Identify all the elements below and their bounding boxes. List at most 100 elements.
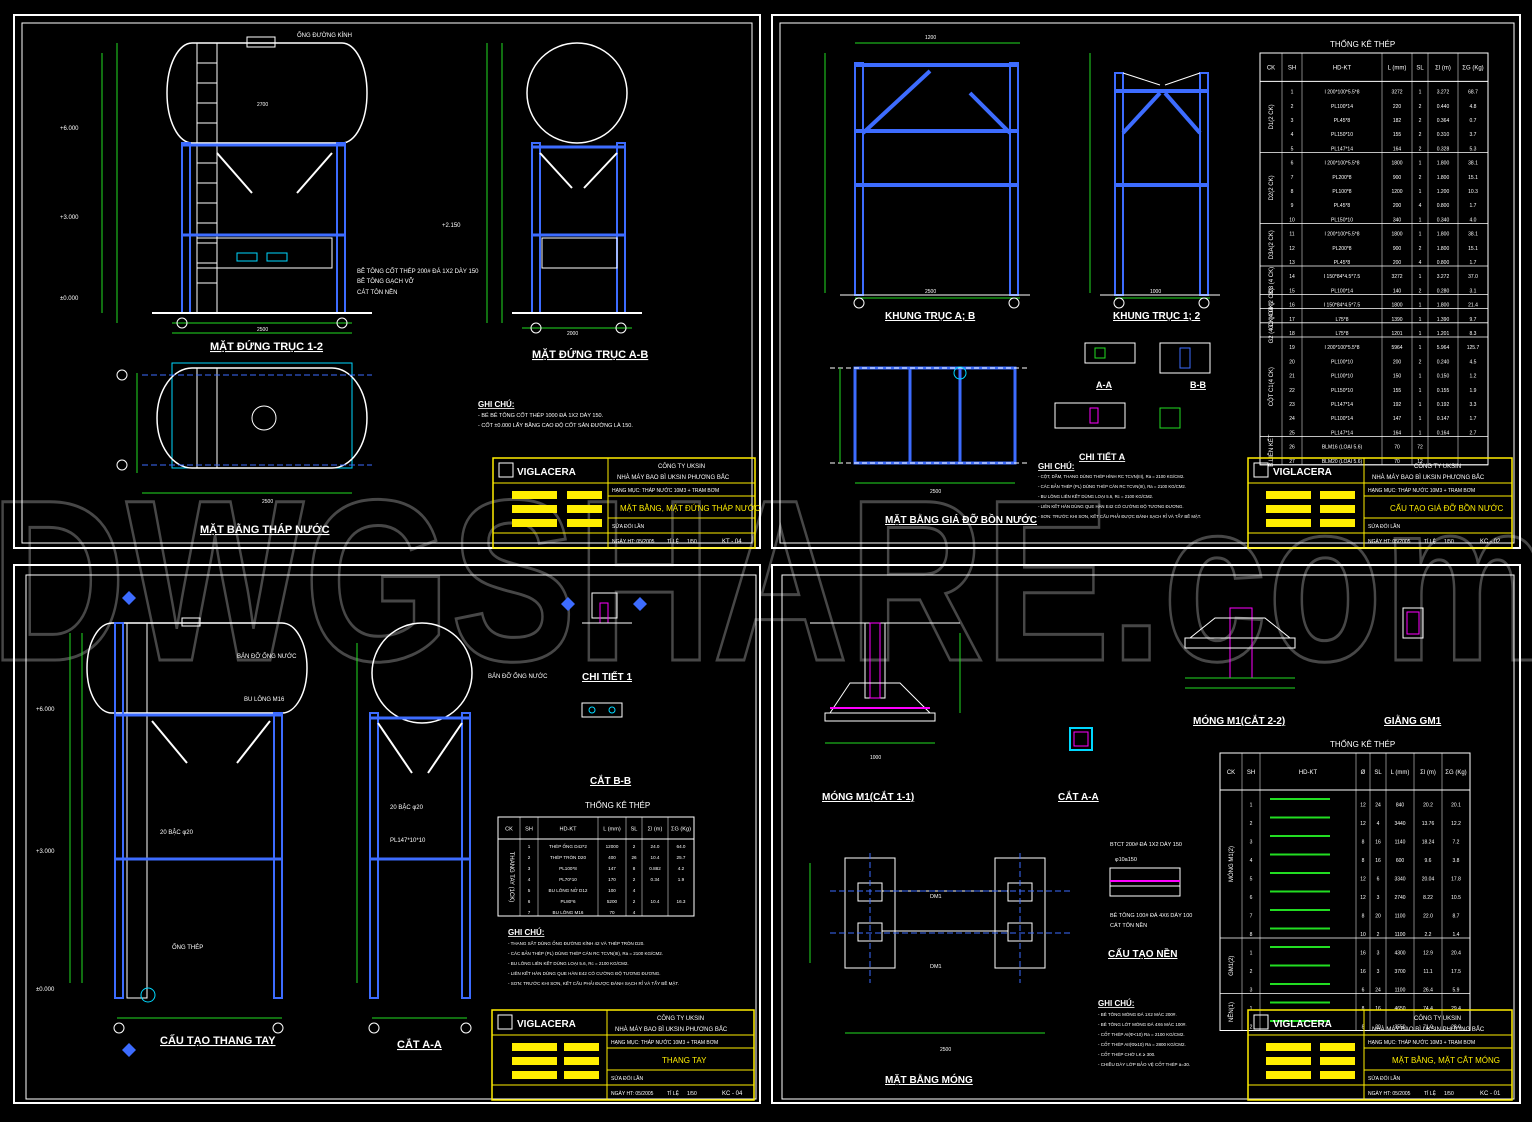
level-3000: +3.000 <box>60 215 79 221</box>
table-cell: 5.964 <box>1437 345 1450 351</box>
table-cell: 1 <box>1419 232 1422 238</box>
table-cell: THÉP ỐNG D42*2 <box>549 843 587 849</box>
table-header: CK <box>1227 770 1235 776</box>
note-line: - BÊ TÔNG LÓT MÓNG ĐÁ 4X6 MÁC 100#. <box>1098 1020 1187 1027</box>
sheet-tower-elevations: MẶT ĐỨNG TRỤC 1-2 MẶT ĐỨNG TRỤC A-B MẶT … <box>13 14 761 549</box>
title-block: VIGLACERA CÔNG TY UKSIN NHÀ MÁY BAO BÌ U… <box>491 1009 755 1101</box>
table-cell: 200 <box>1393 260 1402 266</box>
table-cell: PL80*6 <box>560 899 576 904</box>
label-lean-concrete: BÊ TÔNG 100# ĐÁ 4X6 DÀY 100 <box>1110 911 1192 919</box>
table-cell: 5 <box>1291 146 1294 152</box>
table-cell: 0.364 <box>1437 118 1450 124</box>
table-cell: 4 <box>633 910 636 915</box>
steel-table: CK SH HD-KT L (mm) SL Σl (m) ΣG (Kg) 1 THÉP ỐNG … <box>497 816 695 917</box>
view-title-section-b-b: B-B <box>1190 380 1206 390</box>
table-cell: 8 <box>1291 189 1294 195</box>
table-cell: 2 <box>1419 118 1422 124</box>
table-cell: 2 <box>633 844 636 849</box>
table-cell: 1800 <box>1391 303 1402 309</box>
table-cell: 8.3 <box>1470 331 1477 337</box>
table-cell: 3 <box>1250 988 1253 994</box>
table-cell: 7 <box>528 910 531 915</box>
section-details <box>1054 342 1211 429</box>
dim-frame-depth: 2000 <box>567 331 578 337</box>
table-cell: 4 <box>1419 203 1422 209</box>
table-group-label: THANG TAY (1CK) <box>508 852 514 903</box>
project-name: NHÀ MÁY BAO BÌ UKSIN PHƯƠNG BẮC <box>615 1025 728 1033</box>
table-cell: 68.7 <box>1468 90 1478 96</box>
table-cell: 3 <box>1250 840 1253 846</box>
table-header: SL <box>1416 66 1424 72</box>
table-cell: 1.800 <box>1437 246 1450 252</box>
table-cell: 2 <box>1250 1025 1253 1031</box>
table-cell: 2.7 <box>1470 430 1477 436</box>
table-header: L (mm) <box>1391 770 1410 776</box>
label-rungs: 20 BẬC φ20 <box>160 829 194 836</box>
table-cell: 23 <box>1289 402 1295 408</box>
table-cell: 11.1 <box>1423 969 1433 975</box>
table-cell: 2 <box>633 877 636 882</box>
table-cell: L75*8 <box>1335 317 1348 323</box>
table-cell: 164 <box>1393 430 1402 436</box>
notes-title: GHI CHÚ: <box>508 928 544 937</box>
view-title-tie-beam: GIẰNG GM1 <box>1384 714 1442 727</box>
table-cell: 16 <box>1375 858 1381 864</box>
table-cell: 1.200 <box>1437 189 1450 195</box>
view-title-frame-a-b: KHUNG TRỤC A; B <box>885 311 975 322</box>
table-cell: 0.192 <box>1437 402 1450 408</box>
date-label: NGÀY HT: 05/2005 <box>1368 538 1411 545</box>
table-cell: 3 <box>1377 951 1380 957</box>
table-cell: 1.4 <box>1453 932 1460 938</box>
table-cell: 16 <box>1375 840 1381 846</box>
table-cell: BLM20 (LOẠI 5.6) <box>1322 459 1363 465</box>
table-cell: 2 <box>1419 132 1422 138</box>
drawing-code: KC - 01 <box>1480 1091 1501 1097</box>
table-header: CK <box>1267 66 1275 72</box>
table-cell: 16.3 <box>677 899 686 904</box>
table-cell: 1 <box>1250 951 1253 957</box>
table-cell: PL100*14 <box>1331 416 1353 422</box>
table-cell: 2 <box>1291 104 1294 110</box>
table-header: L (mm) <box>1388 66 1407 72</box>
table-cell: PL200*8 <box>1332 175 1351 181</box>
table-header: SH <box>1288 66 1296 72</box>
table-cell: 8.7 <box>1453 914 1460 920</box>
table-cell: 12 <box>1360 803 1366 809</box>
table-cell: 25.7 <box>677 855 686 860</box>
table-cell: 4.0 <box>1470 217 1477 223</box>
table-cell: 27 <box>1289 459 1295 465</box>
drawing-code: KC - 04 <box>722 1091 743 1097</box>
table-cell: 1.2 <box>1470 374 1477 380</box>
table-cell: 20.4 <box>1451 951 1461 957</box>
table-cell: 15 <box>1289 288 1295 294</box>
table-group-label: D1(2 CK) <box>1269 104 1275 129</box>
table-cell: 3440 <box>1394 821 1405 827</box>
table-cell: 0.150 <box>1437 374 1450 380</box>
dim-tank-length: 2700 <box>257 102 268 108</box>
table-cell: 0.240 <box>1437 359 1450 365</box>
table-cell: 70 <box>1394 445 1400 451</box>
table-cell: 4 <box>1419 260 1422 266</box>
label-rebar: φ10a150 <box>1115 857 1137 863</box>
tie-beam-gm1 <box>1402 607 1424 639</box>
table-cell: 0.328 <box>1437 146 1450 152</box>
table-cell: 1 <box>1419 402 1422 408</box>
level-6000: +6.000 <box>60 126 79 132</box>
table-cell: 200 <box>1393 359 1402 365</box>
table-cell: 3272 <box>1391 274 1402 280</box>
table-cell: 0.800 <box>1437 203 1450 209</box>
dim-plan: 2500 <box>940 1047 951 1053</box>
table-cell: 12 <box>1360 877 1366 883</box>
table-cell: 72 <box>1417 445 1423 451</box>
table-cell: 9.7 <box>1470 317 1477 323</box>
table-cell: 12000 <box>606 844 619 849</box>
level-0000: ±0.000 <box>36 987 55 993</box>
drawing-title: MẶT BẰNG, MẶT ĐỨNG THÁP NƯỚC <box>620 504 761 513</box>
table-cell: 2740 <box>1394 895 1405 901</box>
table-cell: 3272 <box>1391 90 1402 96</box>
scale-label: TỈ LỆ <box>667 1089 680 1097</box>
scale-value: 1/50 <box>687 1091 697 1097</box>
table-header: ΣG (Kg) <box>1445 770 1466 776</box>
dim-frame-width: 2500 <box>257 327 268 333</box>
table-cell: 900 <box>1393 246 1402 252</box>
